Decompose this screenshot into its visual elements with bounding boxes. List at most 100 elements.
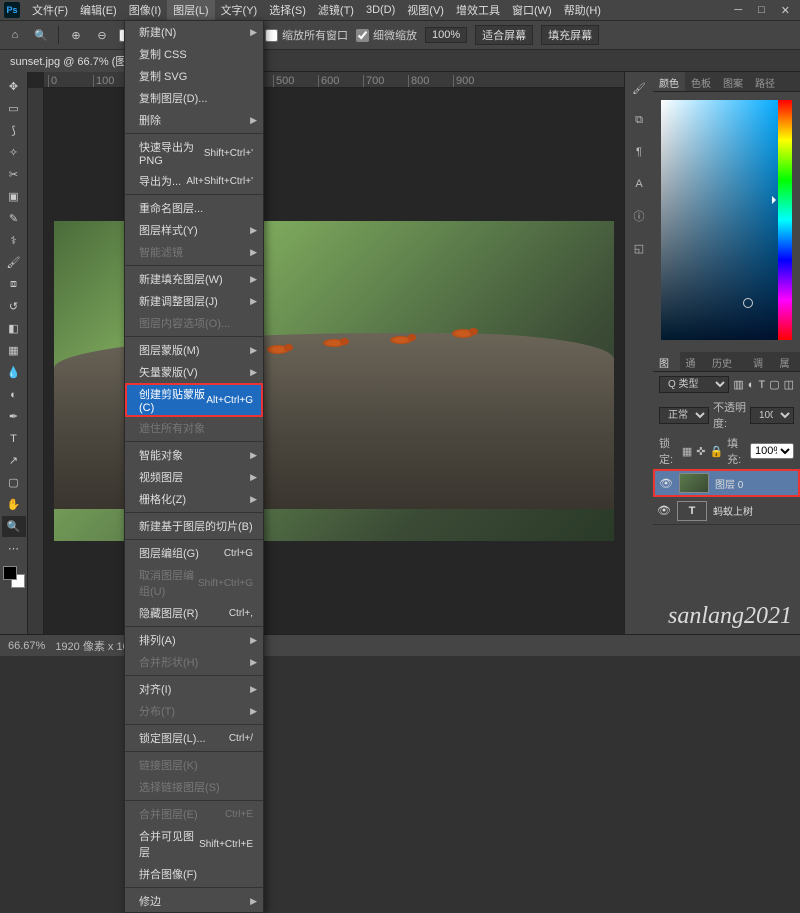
menuitem-合并可见图层[interactable]: 合并可见图层Shift+Ctrl+E	[125, 825, 263, 863]
menu-3D[interactable]: 3D(D)	[360, 2, 401, 18]
clone-panel-icon[interactable]: ⧉	[629, 110, 649, 130]
visibility-icon[interactable]: 👁	[659, 477, 673, 490]
zoom-100-button[interactable]: 100%	[425, 27, 467, 43]
frame-tool-icon[interactable]: ▣	[2, 186, 26, 207]
menu-编辑[interactable]: 编辑(E)	[74, 0, 123, 20]
home-icon[interactable]: ⌂	[6, 26, 24, 44]
menuitem-图层蒙版[interactable]: 图层蒙版(M)▶	[125, 339, 263, 361]
menuitem-排列[interactable]: 排列(A)▶	[125, 629, 263, 651]
paragraph-panel-icon[interactable]: ¶	[629, 142, 649, 162]
menu-增效工具[interactable]: 增效工具	[450, 0, 506, 20]
zoom-out-icon[interactable]: ⊖	[93, 26, 111, 44]
stamp-tool-icon[interactable]: ⧈	[2, 274, 26, 295]
menu-视图[interactable]: 视图(V)	[401, 0, 450, 20]
tab-图层[interactable]: 图层	[653, 352, 680, 371]
filter-type-icon[interactable]: T	[758, 379, 765, 391]
menuitem-修边[interactable]: 修边▶	[125, 890, 263, 912]
lock-pixels-icon[interactable]: ▦	[682, 445, 692, 458]
color-picker[interactable]	[661, 100, 781, 340]
minimize-icon[interactable]: ─	[734, 4, 742, 17]
menuitem-新建调整图层[interactable]: 新建调整图层(J)▶	[125, 290, 263, 312]
visibility-icon[interactable]: 👁	[657, 504, 671, 517]
tab-历史记录[interactable]: 历史记录	[706, 352, 747, 371]
menuitem-新建基于图层的切片[interactable]: 新建基于图层的切片(B)	[125, 515, 263, 537]
tab-色板[interactable]: 色板	[685, 72, 717, 91]
menuitem-新建填充图层[interactable]: 新建填充图层(W)▶	[125, 268, 263, 290]
menuitem-图层样式[interactable]: 图层样式(Y)▶	[125, 219, 263, 241]
heal-tool-icon[interactable]: ⚕	[2, 230, 26, 251]
gradient-tool-icon[interactable]: ▦	[2, 340, 26, 361]
menu-滤镜[interactable]: 滤镜(T)	[312, 0, 360, 20]
fill-select[interactable]: 100%	[750, 443, 794, 459]
menu-图层[interactable]: 图层(L)	[167, 0, 214, 20]
lock-position-icon[interactable]: ✜	[696, 445, 705, 458]
char-panel-icon[interactable]: A	[629, 174, 649, 194]
menuitem-智能对象[interactable]: 智能对象▶	[125, 444, 263, 466]
menuitem-栅格化[interactable]: 栅格化(Z)▶	[125, 488, 263, 510]
wand-tool-icon[interactable]: ✧	[2, 142, 26, 163]
opacity-select[interactable]: 100%	[750, 407, 794, 424]
fill-screen-button[interactable]: 填充屏幕	[541, 25, 599, 45]
menu-图像[interactable]: 图像(I)	[123, 0, 167, 20]
menuitem-隐藏图层[interactable]: 隐藏图层(R)Ctrl+,	[125, 602, 263, 624]
lasso-tool-icon[interactable]: ⟆	[2, 120, 26, 141]
menuitem-快速导出为 PNG[interactable]: 快速导出为 PNGShift+Ctrl+'	[125, 136, 263, 170]
brush-tool-icon[interactable]: 🖌	[2, 252, 26, 273]
menuitem-删除[interactable]: 删除▶	[125, 109, 263, 131]
crop-tool-icon[interactable]: ✂	[2, 164, 26, 185]
tab-颜色[interactable]: 颜色	[653, 72, 685, 91]
zoom-all-checkbox[interactable]: 缩放所有窗口	[265, 27, 348, 43]
zoom-in-icon[interactable]: ⊕	[67, 26, 85, 44]
menuitem-复制 SVG[interactable]: 复制 SVG	[125, 65, 263, 87]
menuitem-创建剪贴蒙版[interactable]: 创建剪贴蒙版(C)Alt+Ctrl+G	[125, 383, 263, 417]
menuitem-新建[interactable]: 新建(N)▶	[125, 21, 263, 43]
dodge-tool-icon[interactable]: ◐	[2, 384, 26, 405]
fit-screen-button[interactable]: 适合屏幕	[475, 25, 533, 45]
filter-adjust-icon[interactable]: ◐	[748, 379, 755, 391]
menu-选择[interactable]: 选择(S)	[263, 0, 312, 20]
blur-tool-icon[interactable]: 💧	[2, 362, 26, 383]
menuitem-矢量蒙版[interactable]: 矢量蒙版(V)▶	[125, 361, 263, 383]
color-swatch[interactable]	[3, 566, 25, 588]
menuitem-视频图层[interactable]: 视频图层▶	[125, 466, 263, 488]
layer-row[interactable]: 👁T蚂蚁上树	[653, 497, 800, 525]
menu-窗口[interactable]: 窗口(W)	[506, 0, 558, 20]
tab-通道[interactable]: 通道	[680, 352, 707, 371]
menuitem-重命名图层[interactable]: 重命名图层...	[125, 197, 263, 219]
layer-thumb[interactable]	[679, 473, 709, 493]
maximize-icon[interactable]: □	[758, 4, 765, 17]
move-tool-icon[interactable]: ✥	[2, 76, 26, 97]
more-tools-icon[interactable]: ⋯	[2, 538, 26, 559]
close-icon[interactable]: ✕	[781, 4, 790, 17]
eyedropper-tool-icon[interactable]: ✎	[2, 208, 26, 229]
menu-帮助[interactable]: 帮助(H)	[558, 0, 607, 20]
filter-image-icon[interactable]: ▥	[733, 378, 743, 391]
nav-panel-icon[interactable]: ◱	[629, 238, 649, 258]
brush-panel-icon[interactable]: 🖌	[629, 78, 649, 98]
menuitem-图层编组[interactable]: 图层编组(G)Ctrl+G	[125, 542, 263, 564]
menuitem-复制图层[interactable]: 复制图层(D)...	[125, 87, 263, 109]
tab-调整[interactable]: 调整	[747, 352, 774, 371]
blend-mode-select[interactable]: 正常	[659, 407, 709, 424]
history-brush-icon[interactable]: ↺	[2, 296, 26, 317]
shape-tool-icon[interactable]: ▢	[2, 472, 26, 493]
layer-row[interactable]: 👁图层 0	[653, 469, 800, 497]
marquee-tool-icon[interactable]: ▭	[2, 98, 26, 119]
menuitem-复制 CSS[interactable]: 复制 CSS	[125, 43, 263, 65]
type-tool-icon[interactable]: T	[2, 428, 26, 449]
menuitem-锁定图层[interactable]: 锁定图层(L)...Ctrl+/	[125, 727, 263, 749]
filter-smart-icon[interactable]: ◫	[784, 378, 794, 391]
zoom-tool-icon[interactable]: 🔍	[2, 516, 26, 537]
scrubby-zoom-checkbox[interactable]: 细微缩放	[356, 27, 417, 43]
lock-all-icon[interactable]: 🔒	[709, 445, 723, 458]
tab-属性[interactable]: 属性	[774, 352, 800, 371]
info-panel-icon[interactable]: ⓘ	[629, 206, 649, 226]
layer-filter-select[interactable]: Q 类型	[659, 376, 729, 393]
menuitem-对齐[interactable]: 对齐(I)▶	[125, 678, 263, 700]
eraser-tool-icon[interactable]: ◧	[2, 318, 26, 339]
path-tool-icon[interactable]: ↗	[2, 450, 26, 471]
menuitem-导出为[interactable]: 导出为...Alt+Shift+Ctrl+'	[125, 170, 263, 192]
tab-图案[interactable]: 图案	[717, 72, 749, 91]
zoom-tool-icon[interactable]: 🔍	[32, 26, 50, 44]
layer-thumb[interactable]: T	[677, 501, 707, 521]
